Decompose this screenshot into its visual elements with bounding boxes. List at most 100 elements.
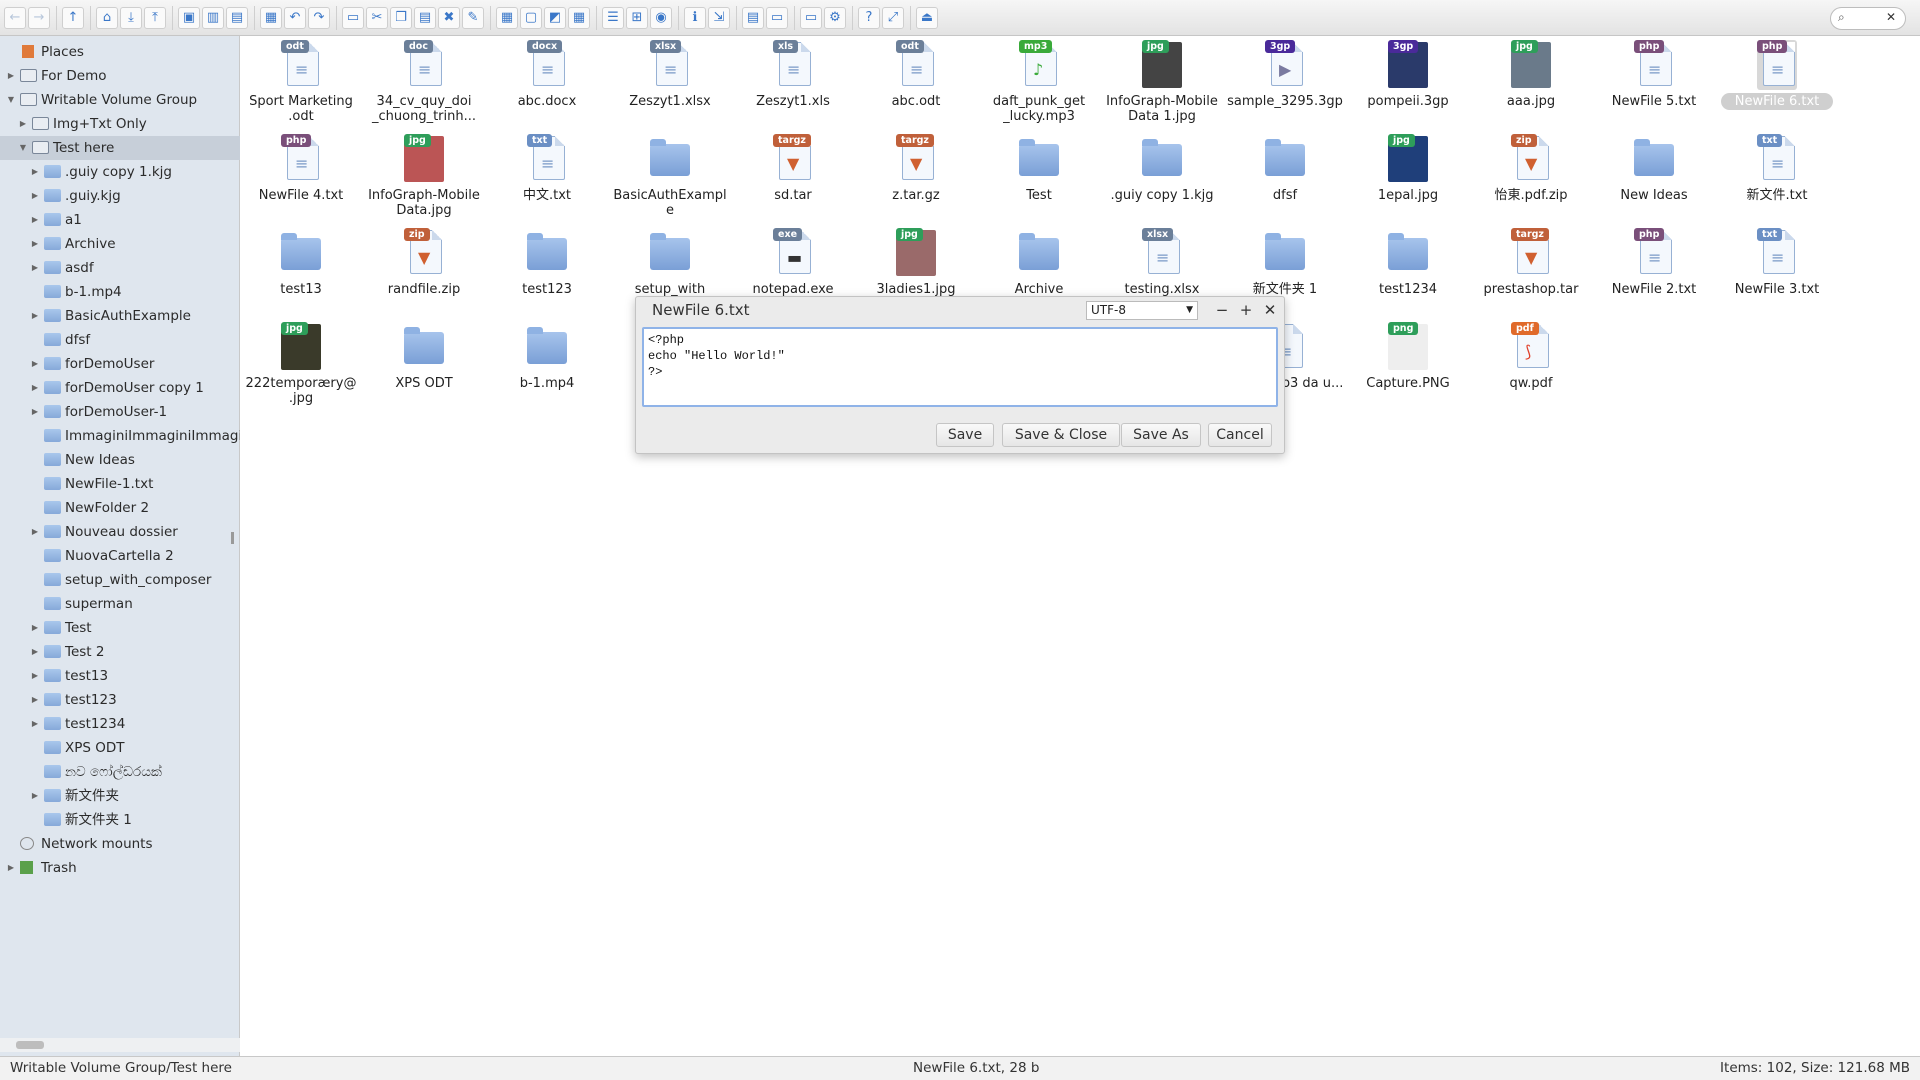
cancel-button[interactable]: Cancel xyxy=(1208,423,1272,447)
sidebar-item[interactable]: XPS ODT xyxy=(0,736,240,760)
select-none-icon[interactable]: ▢ xyxy=(520,7,542,29)
maximize-icon[interactable]: + xyxy=(1238,301,1254,319)
file-item[interactable]: dfsf xyxy=(1226,130,1344,222)
sidebar-item[interactable]: ▶ test13 xyxy=(0,664,240,688)
file-item[interactable]: ≡ php NewFile 5.txt xyxy=(1595,36,1713,128)
chevron-down-icon[interactable]: ▼ xyxy=(6,88,16,112)
chevron-right-icon[interactable]: ▶ xyxy=(30,664,40,688)
sidebar-item[interactable]: Network mounts xyxy=(0,832,240,856)
sidebar-item[interactable]: ▶ BasicAuthExample xyxy=(0,304,240,328)
file-item[interactable]: jpg 222temporæry@ .jpg xyxy=(242,318,360,410)
help-icon[interactable]: ? xyxy=(858,7,880,29)
file-item[interactable]: ▼ zip 怡東.pdf.zip xyxy=(1472,130,1590,222)
chevron-right-icon[interactable]: ▶ xyxy=(30,208,40,232)
sidebar-item[interactable]: dfsf xyxy=(0,328,240,352)
file-item[interactable]: b-1.mp4 xyxy=(488,318,606,410)
settings-icon[interactable]: ⚙ xyxy=(824,7,846,29)
file-item[interactable]: test123 xyxy=(488,224,606,316)
sidebar-item[interactable]: ▶ test1234 xyxy=(0,712,240,736)
sidebar-item[interactable]: NewFile-1.txt xyxy=(0,472,240,496)
download-icon[interactable]: ⤓ xyxy=(120,7,142,29)
sidebar-item[interactable]: NuovaCartella 2 xyxy=(0,544,240,568)
window-icon[interactable]: ▭ xyxy=(766,7,788,29)
sidebar-item[interactable]: ▶ 新文件夹 xyxy=(0,784,240,808)
chevron-right-icon[interactable]: ▶ xyxy=(30,376,40,400)
preview-icon[interactable]: ◉ xyxy=(650,7,672,29)
paste-icon[interactable]: ▤ xyxy=(414,7,436,29)
file-item[interactable]: ≡ odt Sport Marketing .odt xyxy=(242,36,360,128)
upload-icon[interactable]: ⤒ xyxy=(144,7,166,29)
chevron-right-icon[interactable]: ▶ xyxy=(30,160,40,184)
file-item[interactable]: ≡ xls Zeszyt1.xls xyxy=(734,36,852,128)
extract-icon[interactable]: ⇲ xyxy=(708,7,730,29)
sidebar-item[interactable]: superman xyxy=(0,592,240,616)
file-item[interactable]: .guiy copy 1.kjg xyxy=(1103,130,1221,222)
chevron-right-icon[interactable]: ▶ xyxy=(18,112,28,136)
file-item[interactable]: ♪ mp3 daft_punk_get _lucky.mp3 xyxy=(980,36,1098,128)
chevron-right-icon[interactable]: ▶ xyxy=(30,712,40,736)
info-icon[interactable]: ℹ xyxy=(684,7,706,29)
sidebar-item[interactable]: ▶ test123 xyxy=(0,688,240,712)
file-item[interactable]: test1234 xyxy=(1349,224,1467,316)
file-item[interactable]: ≡ doc 34_cv_quy_doi _chuong_trinh... xyxy=(365,36,483,128)
editor-textarea[interactable] xyxy=(642,327,1278,407)
sidebar-horizontal-scrollbar[interactable] xyxy=(0,1038,240,1052)
file-item[interactable]: Test xyxy=(980,130,1098,222)
minimize-icon[interactable]: − xyxy=(1214,301,1230,319)
sidebar-item[interactable]: ▶ forDemoUser xyxy=(0,352,240,376)
sidebar-item[interactable]: setup_with_composer xyxy=(0,568,240,592)
up-icon[interactable]: ↑ xyxy=(62,7,84,29)
sidebar-item[interactable]: නව ෆෝල්ඩරයක් xyxy=(0,760,240,784)
sidebar-item[interactable]: 新文件夹 1 xyxy=(0,808,240,832)
sidebar-item[interactable]: b-1.mp4 xyxy=(0,280,240,304)
chevron-right-icon[interactable]: ▶ xyxy=(30,784,40,808)
file-item[interactable]: New Ideas xyxy=(1595,130,1713,222)
file-item[interactable]: ≡ xlsx Zeszyt1.xlsx xyxy=(611,36,729,128)
select-invert-icon[interactable]: ◩ xyxy=(544,7,566,29)
file-item[interactable]: ≡ php NewFile 2.txt xyxy=(1595,224,1713,316)
cut-icon[interactable]: ✂ xyxy=(366,7,388,29)
file-item[interactable]: test13 xyxy=(242,224,360,316)
sidebar-item[interactable]: ▶ Trash xyxy=(0,856,240,880)
file-item[interactable]: ⟆ pdf qw.pdf xyxy=(1472,318,1590,410)
chevron-right-icon[interactable]: ▶ xyxy=(30,232,40,256)
list-view-icon[interactable]: ☰ xyxy=(602,7,624,29)
chevron-down-icon[interactable]: ▼ xyxy=(18,136,28,160)
sidebar-item[interactable]: ▶ .guiy copy 1.kjg xyxy=(0,160,240,184)
close-icon[interactable]: ✕ xyxy=(1262,301,1278,319)
icon-view-icon[interactable]: ▦ xyxy=(568,7,590,29)
chevron-right-icon[interactable]: ▶ xyxy=(6,64,16,88)
chevron-right-icon[interactable]: ▶ xyxy=(30,640,40,664)
file-item[interactable]: ▼ zip randfile.zip xyxy=(365,224,483,316)
file-item[interactable]: ≡ docx abc.docx xyxy=(488,36,606,128)
file-item[interactable]: jpg aaa.jpg xyxy=(1472,36,1590,128)
sidebar-item[interactable]: ▶ .guiy.kjg xyxy=(0,184,240,208)
file-item[interactable]: ≡ txt 中文.txt xyxy=(488,130,606,222)
scrollbar-thumb[interactable] xyxy=(16,1041,44,1049)
sidebar-item[interactable]: ▶ Nouveau dossier xyxy=(0,520,240,544)
chevron-right-icon[interactable]: ▶ xyxy=(30,352,40,376)
forward-icon[interactable]: → xyxy=(28,7,50,29)
file-item[interactable]: jpg 1epal.jpg xyxy=(1349,130,1467,222)
file-item[interactable]: 3gp pompeii.3gp xyxy=(1349,36,1467,128)
save-close-button[interactable]: Save & Close xyxy=(1002,423,1120,447)
sidebar-item[interactable]: ImmaginiImmaginiImmagini xyxy=(0,424,240,448)
home-icon[interactable]: ⌂ xyxy=(96,7,118,29)
fullscreen-icon[interactable]: ⤢ xyxy=(882,7,904,29)
rename-icon[interactable]: ✎ xyxy=(462,7,484,29)
sidebar-item[interactable]: ▶ asdf xyxy=(0,256,240,280)
editor-title[interactable]: NewFile 6.txt xyxy=(652,301,750,319)
select-all-icon[interactable]: ▦ xyxy=(496,7,518,29)
save-as-button[interactable]: Save As xyxy=(1121,423,1201,447)
save-button[interactable]: Save xyxy=(936,423,994,447)
screen-icon[interactable]: ▭ xyxy=(800,7,822,29)
sidebar-item[interactable]: ▶ forDemoUser-1 xyxy=(0,400,240,424)
save-file-icon[interactable]: ▤ xyxy=(226,7,248,29)
back-icon[interactable]: ← xyxy=(4,7,26,29)
undo-icon[interactable]: ↶ xyxy=(284,7,306,29)
file-item[interactable]: ≡ php NewFile 6.txt xyxy=(1718,36,1836,128)
archive-icon[interactable]: ▤ xyxy=(742,7,764,29)
sidebar-item[interactable]: Places xyxy=(0,40,240,64)
chevron-right-icon[interactable]: ▶ xyxy=(30,616,40,640)
sidebar-item[interactable]: ▶ forDemoUser copy 1 xyxy=(0,376,240,400)
